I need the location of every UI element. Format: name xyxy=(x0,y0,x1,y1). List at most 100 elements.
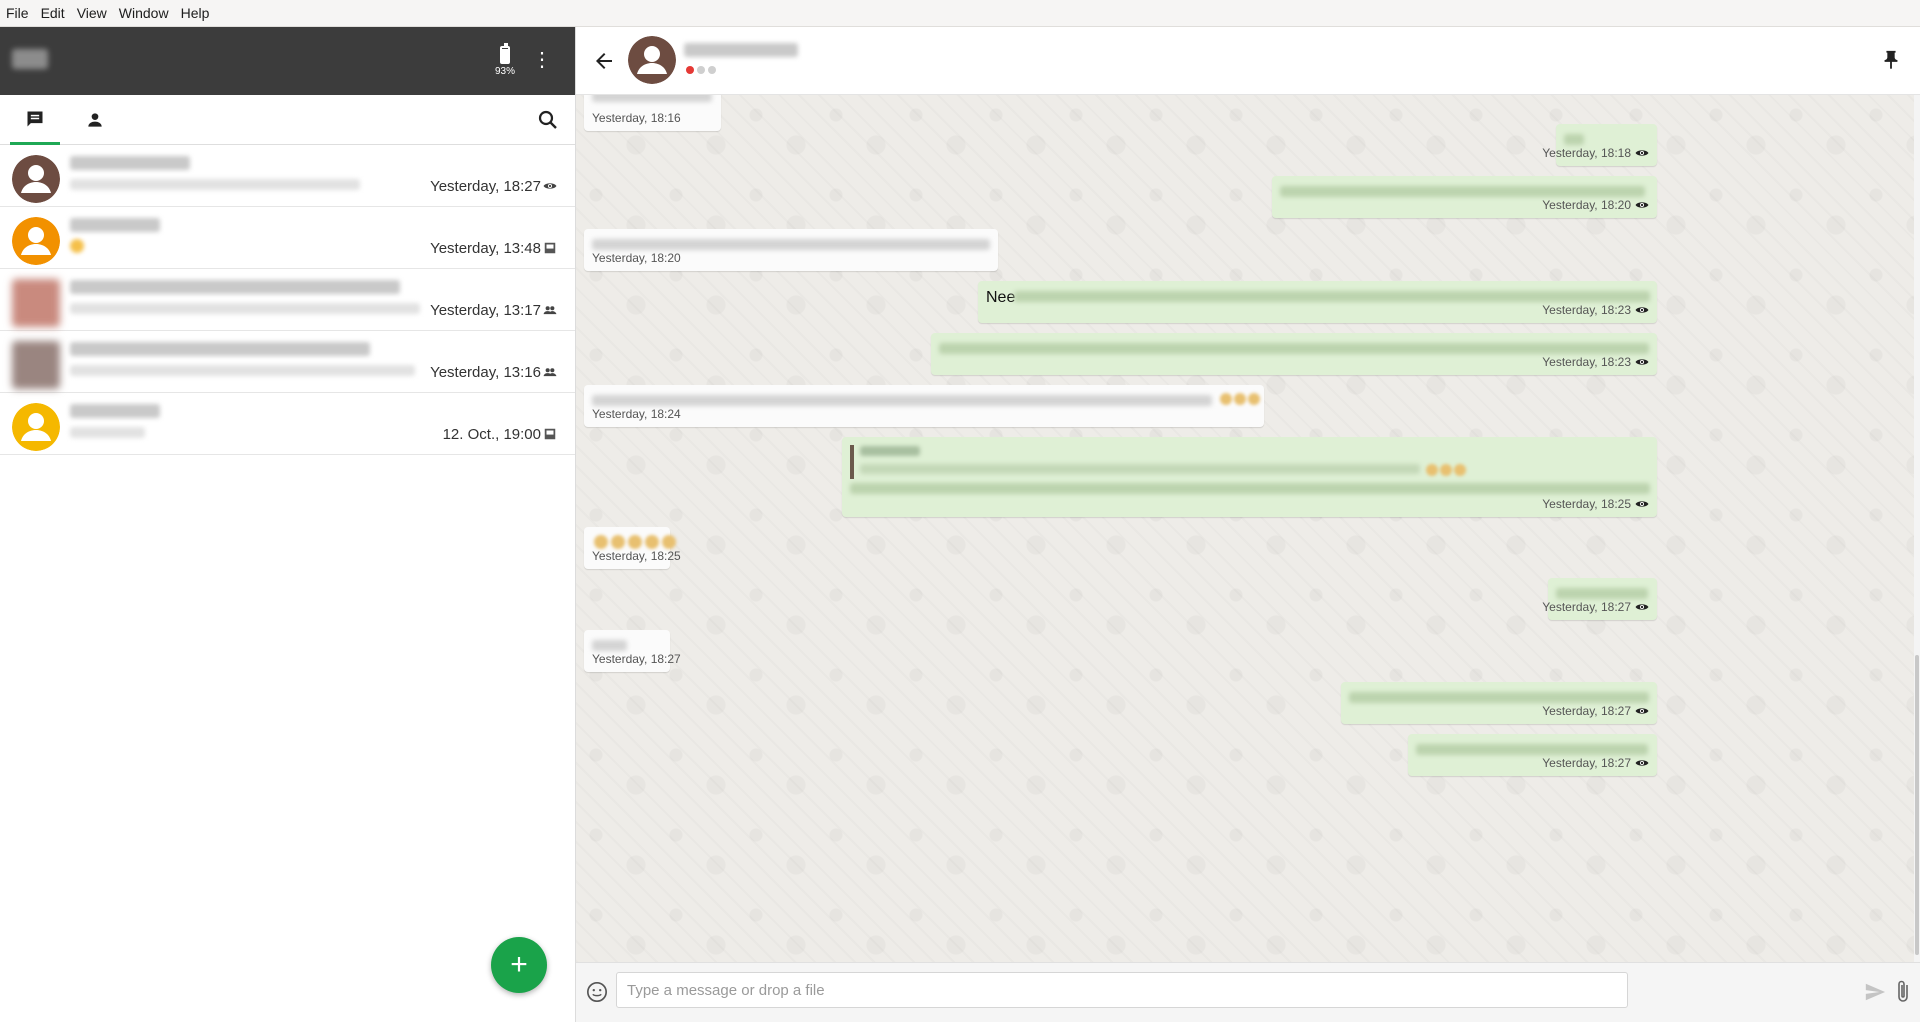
emoji-redacted xyxy=(1220,393,1260,405)
battery-indicator: 93% xyxy=(494,43,516,77)
pin-button[interactable] xyxy=(1880,49,1902,71)
conversation-time: Yesterday, 13:16 xyxy=(430,364,541,381)
message-text-redacted xyxy=(1556,588,1648,599)
menu-file[interactable]: File xyxy=(6,5,29,21)
chat-contact-name-redacted[interactable] xyxy=(684,43,798,57)
back-button[interactable] xyxy=(592,49,616,73)
message-time: Yesterday, 18:27 xyxy=(1542,600,1631,614)
conversation-time: Yesterday, 13:48 xyxy=(430,240,541,257)
message-time: Yesterday, 18:23 xyxy=(1542,355,1631,369)
chat-avatar[interactable] xyxy=(628,36,676,84)
seen-eye-icon xyxy=(1635,604,1649,610)
message-text-redacted xyxy=(1349,692,1649,703)
message-time: Yesterday, 18:25 xyxy=(1542,497,1631,511)
message-outgoing[interactable]: Yesterday, 18:18 xyxy=(1542,124,1657,166)
menubar: File Edit View Window Help xyxy=(0,0,1920,27)
send-button[interactable] xyxy=(1864,981,1888,1005)
message-time: Yesterday, 18:27 xyxy=(1542,704,1631,718)
avatar xyxy=(12,155,60,203)
search-button[interactable] xyxy=(536,108,560,132)
quoted-text-redacted xyxy=(860,464,1420,474)
message-outgoing-reply[interactable]: Yesterday, 18:25 xyxy=(842,437,1657,517)
attach-button[interactable] xyxy=(1894,979,1916,1005)
message-text-redacted xyxy=(1014,291,1650,302)
sent-icon xyxy=(544,428,556,440)
messages-scrollbar[interactable] xyxy=(1914,95,1920,962)
message-incoming[interactable]: Yesterday, 18:25 xyxy=(584,527,681,569)
group-icon xyxy=(543,306,557,315)
message-time: Yesterday, 18:20 xyxy=(592,251,681,265)
message-area[interactable]: Yesterday, 18:16 Yesterday, 18:18 Yester… xyxy=(576,95,1914,962)
message-time: Yesterday, 18:27 xyxy=(592,652,681,666)
conversation-item[interactable]: Yesterday, 13:17 xyxy=(0,269,575,331)
message-incoming[interactable]: Yesterday, 18:16 xyxy=(584,95,721,131)
message-preview-redacted xyxy=(70,365,415,376)
conversation-item[interactable]: Yesterday, 18:27 xyxy=(0,145,575,207)
account-name-redacted[interactable] xyxy=(12,49,48,69)
menu-help[interactable]: Help xyxy=(181,5,210,21)
message-incoming[interactable]: Yesterday, 18:20 xyxy=(584,229,998,271)
menu-window[interactable]: Window xyxy=(119,5,169,21)
message-outgoing[interactable]: Yesterday, 18:20 xyxy=(1272,176,1657,218)
menu-view[interactable]: View xyxy=(77,5,107,21)
menu-edit[interactable]: Edit xyxy=(41,5,65,21)
seen-eye-icon xyxy=(1635,359,1649,365)
battery-icon xyxy=(500,43,510,64)
seen-eye-icon xyxy=(1635,307,1649,313)
tab-chats[interactable] xyxy=(10,95,60,145)
message-text-redacted xyxy=(1280,186,1645,197)
chat-header xyxy=(576,27,1920,95)
message-text-redacted xyxy=(939,343,1649,354)
message-text-redacted xyxy=(850,483,1650,494)
seen-eye-icon xyxy=(1635,760,1649,766)
message-text-redacted xyxy=(1416,744,1648,755)
presence-dot xyxy=(708,66,716,74)
message-outgoing[interactable]: Yesterday, 18:23 xyxy=(931,333,1657,375)
message-text-redacted xyxy=(592,640,627,651)
quote-bar xyxy=(850,445,854,479)
seen-eye-icon xyxy=(1635,150,1649,156)
smiley-icon xyxy=(587,982,607,1002)
conversation-item[interactable]: 12. Oct., 19:00 xyxy=(0,393,575,455)
group-name-redacted xyxy=(70,342,370,356)
conversation-item[interactable]: Yesterday, 13:16 xyxy=(0,331,575,393)
more-options-icon[interactable]: ⋮ xyxy=(532,49,552,71)
group-name-redacted xyxy=(70,280,400,294)
presence-indicator xyxy=(686,66,716,74)
emoji-button[interactable] xyxy=(586,981,610,1005)
conversation-time: 12. Oct., 19:00 xyxy=(442,426,541,443)
sent-icon xyxy=(544,242,556,254)
message-text-redacted xyxy=(592,239,990,250)
person-icon xyxy=(88,113,102,127)
emoji-redacted xyxy=(1426,464,1466,476)
message-incoming[interactable]: Yesterday, 18:27 xyxy=(584,630,681,672)
quoted-author-redacted xyxy=(860,446,920,456)
message-time: Yesterday, 18:25 xyxy=(592,549,681,563)
emoji-preview-redacted xyxy=(70,239,84,253)
emoji-redacted xyxy=(594,535,676,549)
message-outgoing[interactable]: Nee Yesterday, 18:23 xyxy=(978,281,1657,323)
conversation-time: Yesterday, 18:27 xyxy=(430,178,541,195)
message-outgoing[interactable]: Yesterday, 18:27 xyxy=(1542,578,1657,620)
scrollbar-thumb[interactable] xyxy=(1915,655,1919,955)
contact-name-redacted xyxy=(70,156,190,170)
message-text-redacted xyxy=(592,395,1212,406)
paperclip-icon xyxy=(1898,980,1908,1002)
tab-contacts[interactable] xyxy=(70,95,120,145)
group-avatar xyxy=(12,279,60,327)
message-text: Nee xyxy=(986,289,1016,306)
message-time: Yesterday, 18:27 xyxy=(1542,756,1631,770)
message-outgoing[interactable]: Yesterday, 18:27 xyxy=(1341,682,1657,724)
seen-eye-icon xyxy=(1635,202,1649,208)
sidebar: 93% ⋮ Yesterday, 18:27 Yesterday, 13:48 … xyxy=(0,27,576,1022)
sidebar-tabs xyxy=(0,95,575,145)
battery-label: 93% xyxy=(494,66,515,77)
conversation-list: Yesterday, 18:27 Yesterday, 13:48 Yester… xyxy=(0,145,575,455)
new-chat-button[interactable]: + xyxy=(491,937,547,993)
message-incoming[interactable]: Yesterday, 18:24 xyxy=(584,385,1264,427)
conversation-item[interactable]: Yesterday, 13:48 xyxy=(0,207,575,269)
message-outgoing[interactable]: Yesterday, 18:27 xyxy=(1408,734,1657,776)
account-header: 93% ⋮ xyxy=(0,27,575,95)
message-text-redacted xyxy=(1564,134,1584,145)
message-input[interactable] xyxy=(616,972,1628,1008)
